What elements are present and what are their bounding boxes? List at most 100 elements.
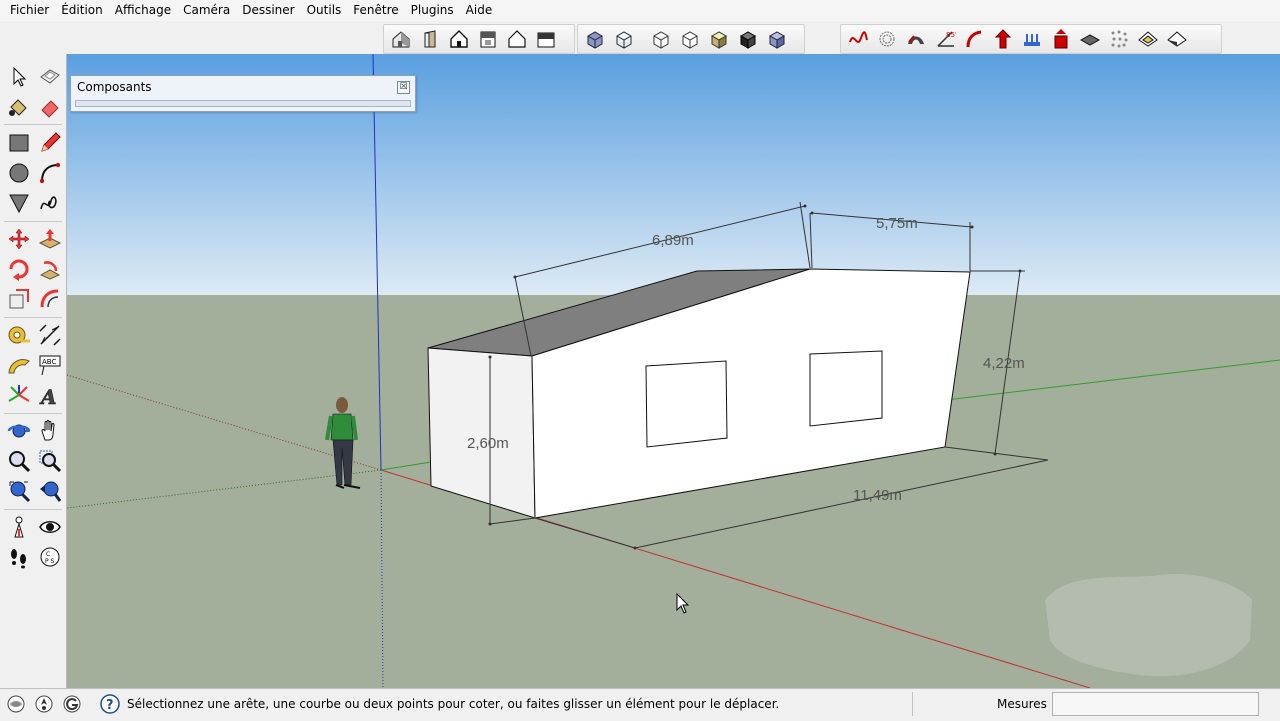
svg-text:85°: 85° [946,31,956,39]
dimension-icon[interactable] [34,320,65,350]
dim-length: 11,49m [853,487,902,504]
menu-aide[interactable]: Aide [460,0,499,21]
paint-bucket-icon[interactable] [3,92,34,122]
svg-text:C: C [46,551,50,558]
unfold-icon[interactable] [1162,26,1191,52]
svg-text:ABC: ABC [42,358,56,366]
geolocation-icon[interactable] [6,694,26,714]
arc-icon[interactable] [34,158,65,188]
google-icon[interactable] [62,694,82,714]
position-camera-icon[interactable] [3,512,34,542]
menu-dessiner[interactable]: Dessiner [236,0,300,21]
protractor-icon[interactable] [3,350,34,380]
circle-icon[interactable] [3,158,34,188]
push-up-icon[interactable] [988,26,1017,52]
help-icon[interactable]: ? [100,694,120,714]
polygon-icon[interactable] [3,188,34,218]
curve-icon[interactable] [843,26,872,52]
house-right-icon[interactable] [473,26,502,52]
components-panel[interactable]: Composants ☒ [70,75,416,112]
svg-text:P S: P S [45,558,55,565]
status-separator [912,692,913,716]
previous-view-icon[interactable] [34,476,65,506]
rectangle-icon[interactable] [3,128,34,158]
shaded-icon[interactable] [675,26,704,52]
section-icon[interactable]: CP S [34,542,65,572]
measures-label: Mesures [997,697,1047,711]
svg-text:?: ? [106,698,114,713]
styles-toolbar [577,24,805,54]
plugins-toolbar: 85° [840,24,1222,54]
hidden-line-icon[interactable] [646,26,675,52]
close-icon[interactable]: ☒ [397,81,410,94]
zoom-window-icon[interactable] [34,446,65,476]
menu-plugins[interactable]: Plugins [405,0,460,21]
house-iso-icon[interactable] [386,26,415,52]
dim-height-right: 4,22m [983,355,1025,372]
menu-fenetre[interactable]: Fenêtre [347,0,404,21]
tape-measure-icon[interactable] [3,320,34,350]
flatten-icon[interactable] [1075,26,1104,52]
angle-icon[interactable]: 85° [930,26,959,52]
top-toolbar: 85° [0,21,1280,55]
credits-icon[interactable] [34,694,54,714]
look-around-icon[interactable] [34,512,65,542]
components-panel-bar[interactable] [75,100,411,107]
3d-text-icon[interactable]: A [34,380,65,410]
house-left-icon[interactable] [531,26,560,52]
house-top-icon[interactable] [444,26,473,52]
zoom-extents-icon[interactable] [3,476,34,506]
shaded-texture-icon[interactable] [704,26,733,52]
dim-height-left: 2,60m [467,435,509,452]
orbit-icon[interactable] [3,416,34,446]
zoom-icon[interactable] [3,446,34,476]
select-icon[interactable] [3,62,34,92]
pencil-icon[interactable] [34,128,65,158]
scatter-icon[interactable] [1104,26,1133,52]
views-toolbar [383,24,575,54]
dim-top-left: 6,89m [652,232,694,249]
arc-curve-icon[interactable] [959,26,988,52]
axes-icon[interactable] [3,380,34,410]
text-icon[interactable]: ABC [34,350,65,380]
menu-outils[interactable]: Outils [301,0,348,21]
window-left [645,360,728,448]
model-viewport[interactable]: 6,89m 5,75m 4,22m 2,60m 11,49m [67,54,1280,688]
scene: 6,89m 5,75m 4,22m 2,60m 11,49m [67,54,1280,688]
status-message: Sélectionnez une arête, une courbe ou de… [127,697,780,711]
extrude-icon[interactable] [1046,26,1075,52]
components-panel-title: Composants [77,80,152,94]
menu-fichier[interactable]: Fichier [0,0,55,21]
walk-icon[interactable] [3,542,34,572]
rotate-icon[interactable] [3,254,34,284]
monochrome-icon[interactable] [733,26,762,52]
offset-icon[interactable] [34,284,65,314]
array-icon[interactable] [1017,26,1046,52]
menu-camera[interactable]: Caméra [177,0,236,21]
menu-edition[interactable]: Édition [55,0,109,21]
menu-bar: Fichier Édition Affichage Caméra Dessine… [0,0,1280,21]
xray-icon[interactable] [580,26,609,52]
house-front-icon[interactable] [415,26,444,52]
follow-me-icon[interactable] [34,254,65,284]
house-back-icon[interactable] [502,26,531,52]
dim-top-right: 5,75m [876,215,918,232]
measures-input[interactable] [1052,692,1259,716]
move-icon[interactable] [3,224,34,254]
svg-text:A: A [39,385,57,407]
menu-affichage[interactable]: Affichage [109,0,177,21]
left-toolbar: ABC A CP S [0,54,67,688]
eraser-icon[interactable] [34,92,65,122]
smooth-icon[interactable] [872,26,901,52]
section-plane-icon[interactable] [762,26,791,52]
status-bar: ? Sélectionnez une arête, une courbe ou … [0,688,1280,721]
make-component-icon[interactable] [34,62,65,92]
pan-icon[interactable] [34,416,65,446]
freehand-icon[interactable] [34,188,65,218]
bend-icon[interactable] [901,26,930,52]
wireframe-icon[interactable] [609,26,638,52]
fold-icon[interactable] [1133,26,1162,52]
push-pull-icon[interactable] [34,224,65,254]
scale-icon[interactable] [3,284,34,314]
window-right [809,350,883,427]
